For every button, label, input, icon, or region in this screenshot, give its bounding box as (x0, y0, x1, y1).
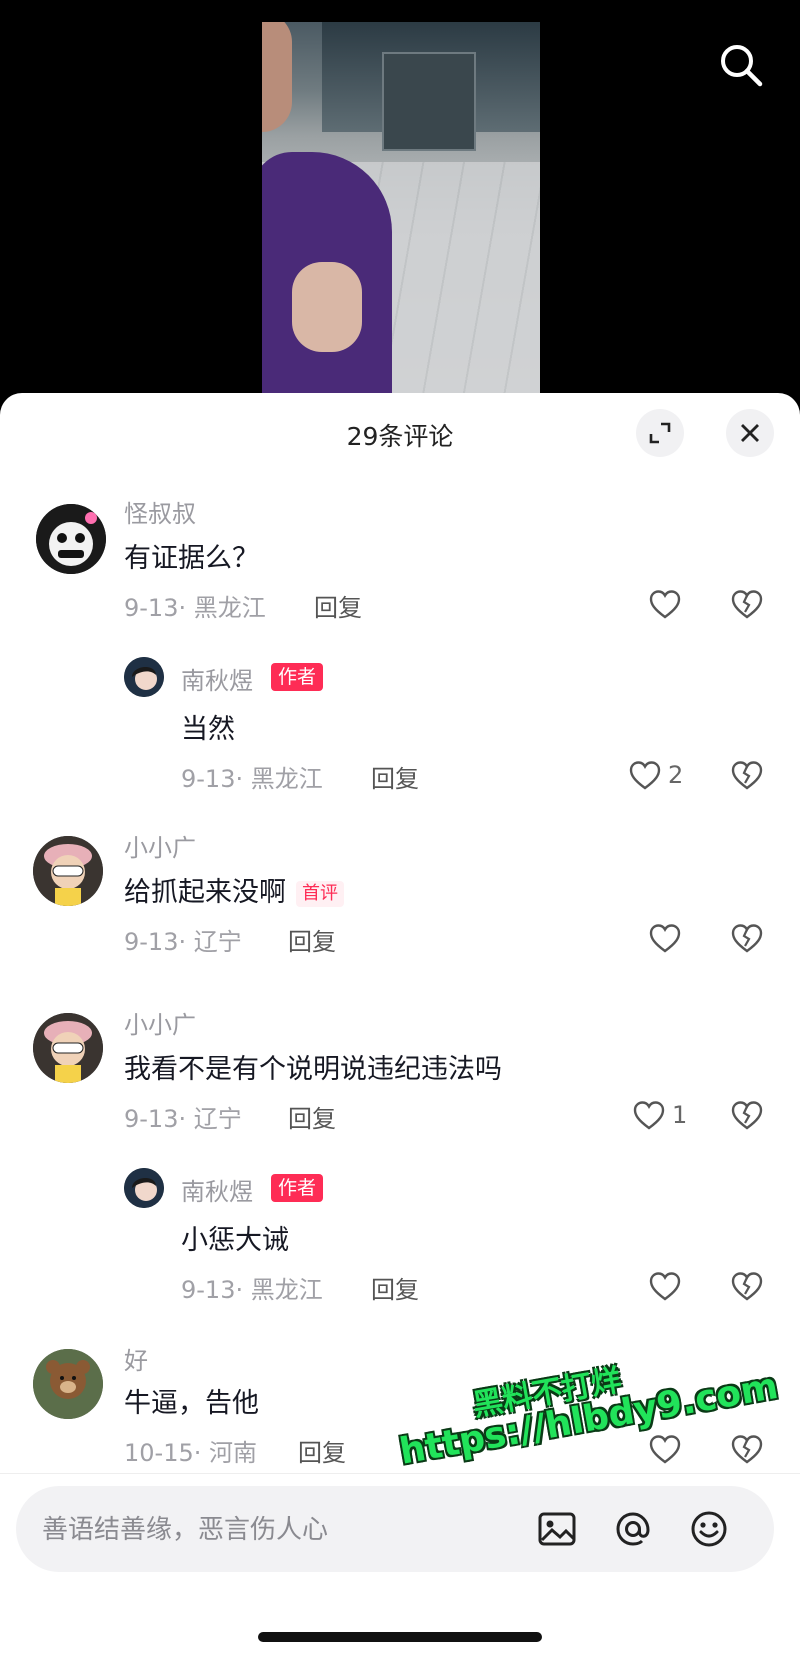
avatar[interactable] (36, 504, 106, 574)
reply-button[interactable]: 回复 (288, 922, 336, 957)
broken-heart-icon (731, 1272, 763, 1301)
comment-meta: 9-13· 黑龙江 (124, 594, 266, 622)
video-frame (262, 22, 540, 400)
dislike-button[interactable] (730, 1099, 764, 1133)
home-indicator (258, 1632, 542, 1642)
avatar[interactable] (124, 1168, 164, 1208)
like-button[interactable] (632, 1099, 666, 1133)
comment-text: 当然 (181, 714, 235, 745)
broken-heart-icon (731, 761, 763, 790)
like-button[interactable] (648, 922, 682, 956)
reply-button[interactable]: 回复 (298, 1433, 346, 1468)
dislike-button[interactable] (730, 588, 764, 622)
comment-meta: 9-13· 黑龙江 (181, 1276, 323, 1304)
dislike-button[interactable] (730, 1433, 764, 1467)
broken-heart-icon (731, 924, 763, 953)
commenter-name[interactable]: 小小广 (124, 828, 196, 863)
dislike-button[interactable] (730, 1270, 764, 1304)
comment-meta: 9-13· 黑龙江 (181, 765, 323, 793)
reply-button[interactable]: 回复 (314, 588, 362, 623)
reply-button[interactable]: 回复 (288, 1099, 336, 1134)
reply-button[interactable]: 回复 (371, 759, 419, 794)
comment-text: 牛逼，告他 (124, 1388, 259, 1419)
comment-input-bar (16, 1486, 774, 1574)
close-button[interactable] (726, 409, 774, 457)
heart-outline-icon (649, 590, 681, 619)
dislike-button[interactable] (730, 922, 764, 956)
dislike-button[interactable] (730, 759, 764, 793)
avatar[interactable] (33, 836, 103, 906)
comment-text: 给抓起来没啊 首评 (124, 870, 344, 909)
video-player[interactable] (0, 0, 800, 400)
avatar[interactable] (33, 1013, 103, 1083)
heart-outline-icon (649, 1435, 681, 1464)
comment-meta: 10-15· 河南 (124, 1439, 258, 1467)
divider (0, 1473, 800, 1474)
heart-outline-icon (633, 1101, 665, 1130)
commenter-name[interactable]: 怪叔叔 (124, 494, 196, 529)
like-button[interactable] (648, 1270, 682, 1304)
search-icon[interactable] (716, 40, 766, 90)
heart-outline-icon (649, 924, 681, 953)
heart-outline-icon (629, 761, 661, 790)
expand-button[interactable] (636, 409, 684, 457)
commenter-name[interactable]: 好 (124, 1347, 148, 1376)
commenter-name[interactable]: 小小广 (124, 1005, 196, 1040)
comment-text: 我看不是有个说明说违纪违法吗 (124, 1054, 502, 1085)
comment-meta: 9-13· 辽宁 (124, 1105, 242, 1133)
like-count: 2 (668, 761, 684, 789)
like-button[interactable] (628, 759, 662, 793)
image-icon[interactable] (536, 1508, 578, 1550)
comment-meta: 9-13· 辽宁 (124, 928, 242, 956)
like-count: 1 (672, 1101, 688, 1129)
like-button[interactable] (648, 588, 682, 622)
author-badge: 作者 (271, 1174, 324, 1202)
first-comment-badge: 首评 (296, 880, 344, 907)
avatar[interactable] (124, 657, 164, 697)
broken-heart-icon (731, 590, 763, 619)
like-button[interactable] (648, 1433, 682, 1467)
comment-text: 小惩大诫 (181, 1225, 289, 1256)
commenter-name[interactable]: 南秋煜 (181, 661, 253, 696)
broken-heart-icon (731, 1101, 763, 1130)
close-icon (741, 424, 759, 442)
at-icon[interactable] (612, 1508, 654, 1550)
avatar[interactable] (33, 1349, 103, 1419)
author-badge: 作者 (271, 663, 324, 691)
comment-input[interactable] (40, 1486, 524, 1574)
smiley-icon[interactable] (688, 1508, 730, 1550)
reply-button[interactable]: 回复 (371, 1270, 419, 1305)
broken-heart-icon (731, 1435, 763, 1464)
heart-outline-icon (649, 1272, 681, 1301)
comment-text: 有证据么？ (124, 543, 259, 574)
expand-icon (649, 422, 671, 444)
commenter-name[interactable]: 南秋煜 (181, 1172, 253, 1207)
